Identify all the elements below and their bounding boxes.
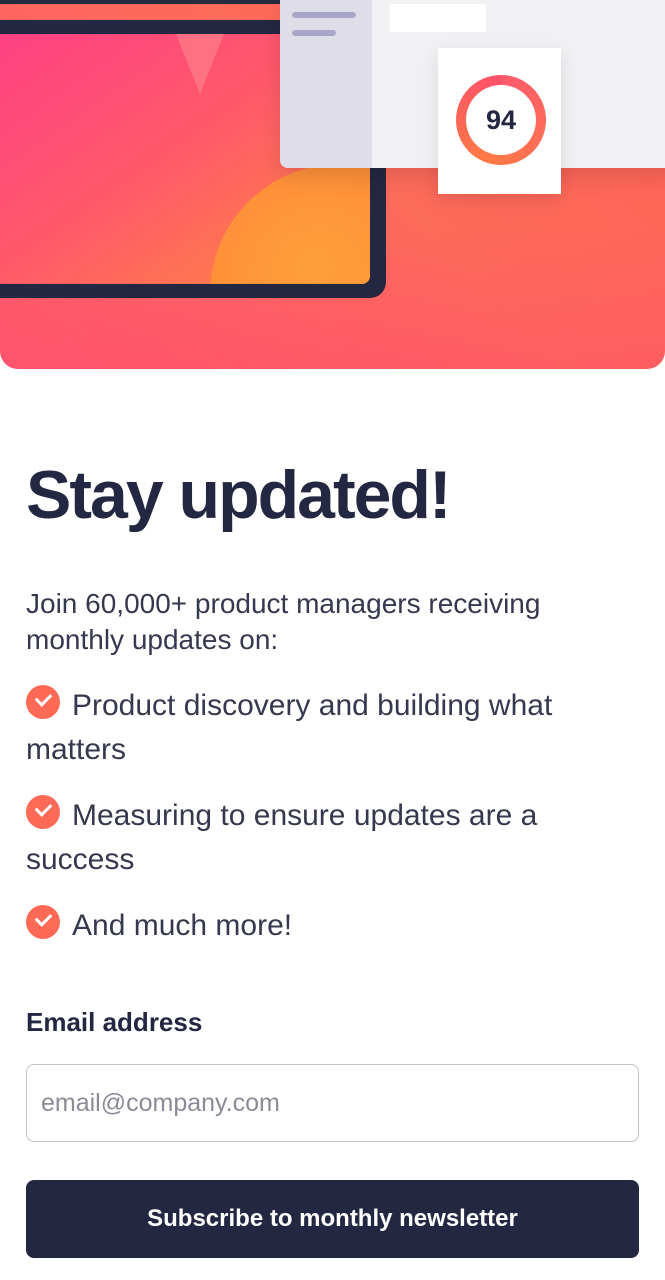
check-circle-icon xyxy=(26,685,60,719)
score-card: 94 xyxy=(438,48,561,194)
score-ring: 94 xyxy=(456,75,546,165)
hero-illustration: 94 xyxy=(0,0,665,369)
feature-text: Product discovery and building what matt… xyxy=(26,689,553,766)
screen-triangle-shape xyxy=(160,34,240,94)
subscribe-button[interactable]: Subscribe to monthly newsletter xyxy=(26,1180,639,1258)
signup-section: Stay updated! Join 60,000+ product manag… xyxy=(26,440,639,1258)
feature-text: Measuring to ensure updates are a succes… xyxy=(26,799,538,876)
dashboard-sidebar xyxy=(280,0,372,168)
feature-item: Product discovery and building what matt… xyxy=(26,684,639,772)
feature-item: And much more! xyxy=(26,904,639,948)
email-label: Email address xyxy=(26,1007,203,1037)
check-circle-icon xyxy=(26,905,60,939)
feature-item: Measuring to ensure updates are a succes… xyxy=(26,794,639,882)
intro-text: Join 60,000+ product managers receiving … xyxy=(26,588,541,655)
page-title: Stay updated! xyxy=(26,457,452,533)
email-field[interactable] xyxy=(26,1064,639,1142)
feature-list: Product discovery and building what matt… xyxy=(26,684,639,948)
feature-text: And much more! xyxy=(72,909,293,942)
newsletter-form: Email address Subscribe to monthly newsl… xyxy=(26,1004,639,1258)
screen-blob-shape xyxy=(210,164,370,284)
score-value: 94 xyxy=(466,85,536,155)
sidebar-line xyxy=(292,30,336,36)
check-circle-icon xyxy=(26,795,60,829)
dashboard-box xyxy=(390,4,486,32)
sidebar-line xyxy=(292,12,356,18)
